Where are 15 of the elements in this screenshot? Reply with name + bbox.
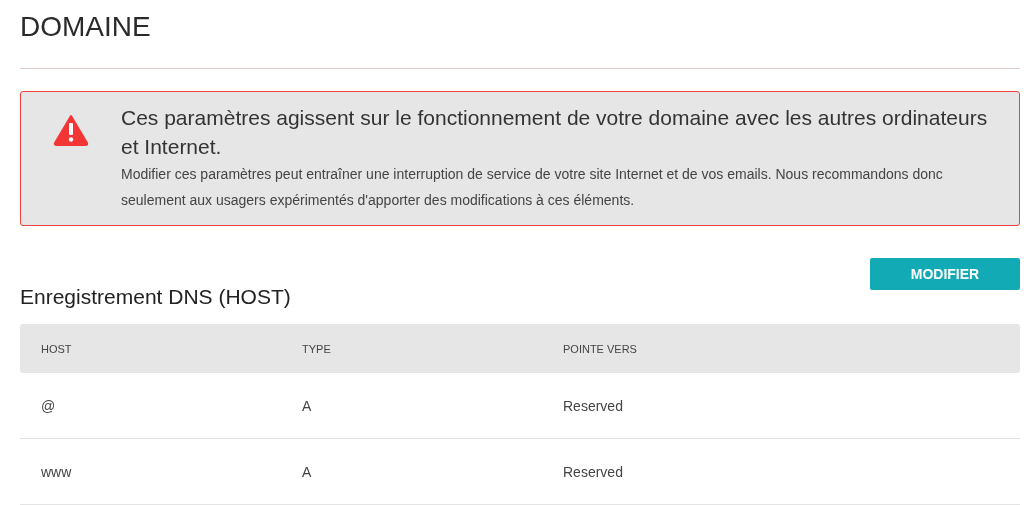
table-cell: A bbox=[281, 438, 542, 505]
column-header: POINTE VERS bbox=[542, 324, 1020, 373]
column-header: TYPE bbox=[281, 324, 542, 373]
modify-button[interactable]: MODIFIER bbox=[870, 258, 1020, 290]
table-cell: Reserved bbox=[542, 373, 1020, 439]
column-header: HOST bbox=[20, 324, 281, 373]
warning-heading: Ces paramètres agissent sur le fonctionnement de votre domaine avec les autres ordinateurs et Internet. bbox=[121, 105, 989, 160]
warning-icon bbox=[53, 114, 89, 146]
table-cell: @ bbox=[20, 373, 281, 439]
table-cell: A bbox=[281, 373, 542, 439]
page-title: DOMAINE bbox=[20, 10, 152, 44]
table-cell: www bbox=[20, 438, 281, 505]
table-cell: Reserved bbox=[542, 438, 1020, 505]
warning-message: Modifier ces paramètres peut entraîner une interruption de service de votre site Internet et de vos emails. Nous recommandons donc seulement aux usagers expérimentés d'apporter des modifications à ces éléments. bbox=[121, 165, 944, 210]
section-title: Enregistrement DNS (HOST) bbox=[20, 285, 291, 309]
